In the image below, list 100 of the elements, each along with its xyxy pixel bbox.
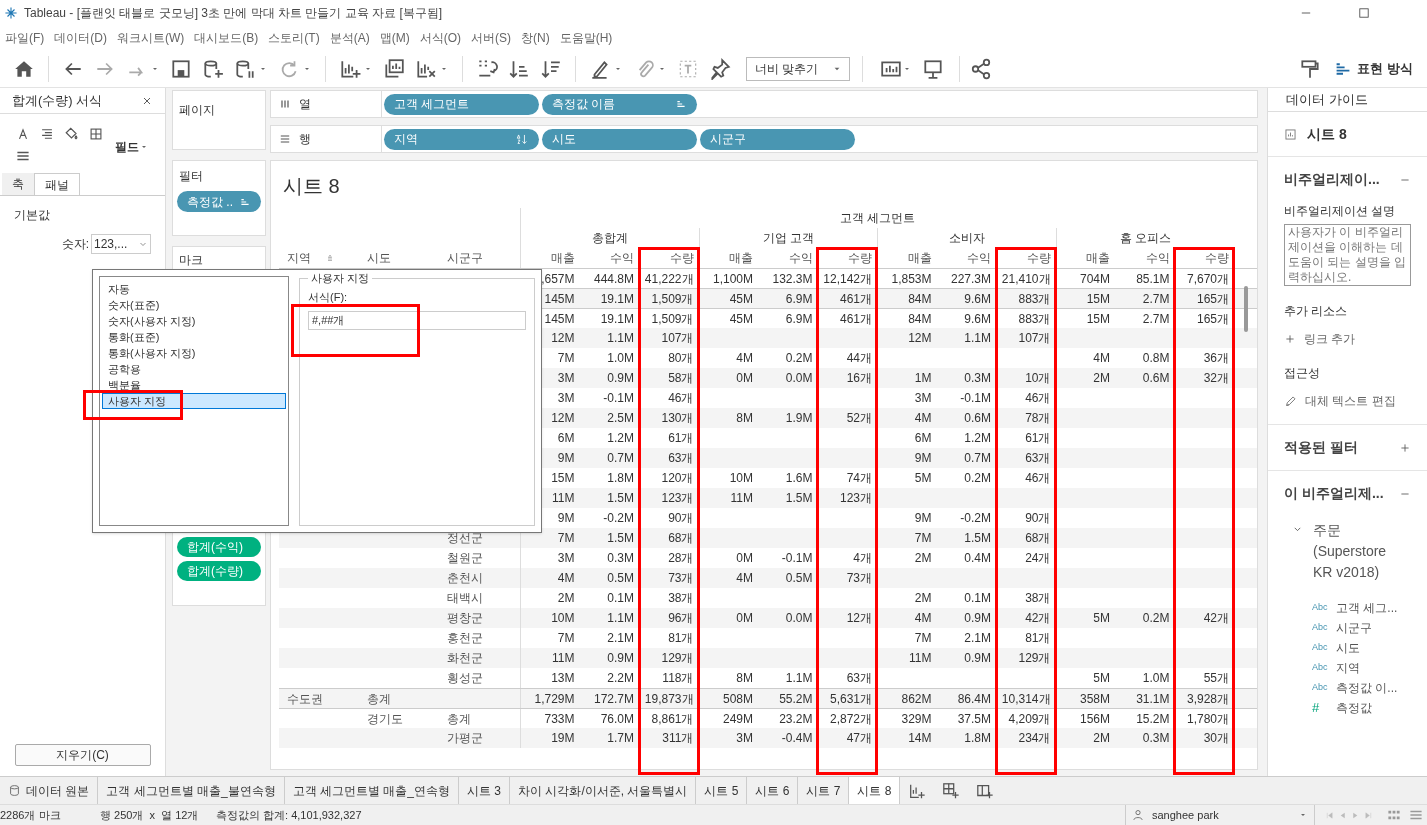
menu-item[interactable]: 서식(O) xyxy=(414,29,466,47)
table-cell-text: 1.0M xyxy=(607,350,634,367)
table-cell-text: 90개 xyxy=(668,510,694,527)
add-link[interactable]: 링크 추가 xyxy=(1304,330,1356,348)
menu-item[interactable]: 스토리(T) xyxy=(263,29,325,47)
table-cell-text: 3M xyxy=(557,370,575,387)
menu-item[interactable]: 워크시트(W) xyxy=(112,29,190,47)
lines-icon[interactable] xyxy=(16,149,30,163)
pin-icon[interactable] xyxy=(709,57,731,80)
scope-dropdown[interactable]: 필드 xyxy=(115,138,149,156)
format-option[interactable]: 공학용 xyxy=(102,361,286,377)
format-option[interactable]: 통화(표준) xyxy=(102,329,286,345)
field-name[interactable]: 지역 xyxy=(1336,659,1360,677)
clear-button[interactable]: 지우기(C) xyxy=(14,744,151,766)
menu-item[interactable]: 파일(F) xyxy=(0,29,50,47)
presentation-icon[interactable] xyxy=(922,57,944,80)
table-cell-text: 10,314개 xyxy=(1001,690,1051,708)
table-cell-text: 1.5M xyxy=(785,490,813,507)
format-input[interactable]: #,##개 xyxy=(308,311,526,330)
field-name[interactable]: 시도 xyxy=(1336,639,1360,657)
table-cell-text: 55개 xyxy=(1203,670,1229,687)
maximize-icon[interactable] xyxy=(1357,6,1371,20)
pause-database-icon[interactable] xyxy=(234,57,256,80)
table-cell-text: 9M xyxy=(914,450,932,467)
section-header[interactable]: 이 비주얼리제... xyxy=(1284,483,1399,504)
fit-dropdown[interactable]: 너비 맞추기 xyxy=(746,56,850,81)
menu-item[interactable]: 맵(M) xyxy=(374,29,415,47)
sheet-icon xyxy=(1284,127,1297,141)
table-cell-text: 4M xyxy=(736,350,753,367)
borders-icon[interactable] xyxy=(89,126,103,141)
plus-icon[interactable] xyxy=(1284,333,1296,345)
table-cell-text: 107개 xyxy=(1018,330,1051,347)
format-option[interactable]: 백분율 xyxy=(102,377,286,393)
menu-item[interactable]: 창(N) xyxy=(516,29,555,47)
table-cell-text: 21,410개 xyxy=(1001,270,1051,288)
alt-text-link[interactable]: 대체 텍스트 편집 xyxy=(1305,392,1396,410)
field-name[interactable]: 고객 세그... xyxy=(1336,599,1398,617)
save-icon[interactable] xyxy=(170,57,192,80)
format-painter-icon[interactable] xyxy=(1299,57,1322,80)
scrollbar-thumb[interactable] xyxy=(1244,286,1248,332)
table-cell-text: 1,509개 xyxy=(651,310,694,328)
menu-item[interactable]: 서버(S) xyxy=(466,29,516,47)
table-cell-text: 4M xyxy=(1093,350,1110,367)
table-cell-text: 61개 xyxy=(668,430,694,447)
list-view-icon[interactable] xyxy=(1409,808,1423,822)
table-cell-text: 63개 xyxy=(668,450,694,467)
table-cell-text: 3M xyxy=(557,550,575,567)
user-menu[interactable]: sanghee park xyxy=(1125,805,1315,825)
table-cell-text: 6.9M xyxy=(785,290,813,308)
format-tab[interactable]: 패널 xyxy=(34,173,80,195)
new-dashboard-icon[interactable] xyxy=(942,781,961,800)
sheet-title: 시트 8 xyxy=(283,175,340,197)
menu-item[interactable]: 분석(A) xyxy=(324,29,375,47)
menu-item[interactable]: 대시보드(B) xyxy=(189,29,264,47)
field-type-label: Abc xyxy=(1312,621,1329,635)
section-header[interactable]: 적용된 필터 xyxy=(1284,437,1399,458)
menu-item[interactable]: 데이터(D) xyxy=(49,29,112,47)
field-label: 접근성 xyxy=(1284,365,1321,382)
table-cell-text: 31.1M xyxy=(1136,690,1170,708)
column-header: 수익 xyxy=(1145,250,1170,267)
table-cell-text: 704M xyxy=(1079,270,1110,288)
table-cell-text: 15M xyxy=(1086,290,1110,308)
add-database-icon[interactable] xyxy=(202,57,224,80)
table-cell-text: 1.2M xyxy=(607,430,634,447)
font-icon[interactable] xyxy=(16,126,30,141)
duplicate-sheet-icon[interactable] xyxy=(383,57,405,80)
column-header: 수량 xyxy=(1205,250,1229,267)
alignment-icon[interactable] xyxy=(40,126,54,141)
format-tab[interactable]: 축 xyxy=(2,173,34,195)
table-cell-text: 0.4M xyxy=(964,550,991,567)
table-cell-text: 0.8M xyxy=(1142,350,1170,367)
row-header: 수도권 xyxy=(287,690,323,708)
table-cell-text: 12개 xyxy=(846,610,872,627)
table-cell-text: 1.1M xyxy=(785,670,813,687)
format-option[interactable]: 사용자 지정 xyxy=(102,393,286,409)
plus-icon[interactable] xyxy=(1399,441,1411,454)
field-name[interactable]: 측정값 xyxy=(1336,699,1372,717)
table-cell-text: 3M xyxy=(914,390,932,407)
grid-view-icon[interactable] xyxy=(1387,808,1401,822)
data-source-name[interactable]: 주문 (Superstore KR v2018) xyxy=(1313,520,1403,583)
table-cell-text: 1,853M xyxy=(891,270,932,288)
number-format-dropdown[interactable]: 123,... xyxy=(91,234,151,254)
field-name[interactable]: 측정값 이... xyxy=(1336,679,1398,697)
format-option[interactable]: 자동 xyxy=(102,281,286,297)
description-field[interactable]: 사용자가 이 비주얼리제이션을 이해하는 데 도움이 되는 설명을 입력하십시오. xyxy=(1284,224,1411,286)
paint-bucket-icon[interactable] xyxy=(64,126,79,141)
column-header: 매출 xyxy=(550,250,575,267)
table-cell-text: 5M xyxy=(1093,610,1110,627)
section-header[interactable]: 비주얼리제이... xyxy=(1284,169,1399,190)
table-cell-text: 11M xyxy=(552,650,575,667)
format-option[interactable]: 숫자(사용자 지정) xyxy=(102,313,286,329)
format-option[interactable]: 숫자(표준) xyxy=(102,297,286,313)
sheet-tab[interactable]: 시트 8 xyxy=(849,777,901,804)
table-cell-text: 68개 xyxy=(1025,530,1051,547)
field-name[interactable]: 시군구 xyxy=(1336,619,1372,637)
format-option[interactable]: 통화(사용자 지정) xyxy=(102,345,286,361)
menu-item[interactable]: 도움말(H) xyxy=(554,29,618,47)
show-me-button[interactable]: 표현 방식 xyxy=(1329,54,1419,83)
share-icon[interactable] xyxy=(970,57,992,80)
table-cell-text: 85.1M xyxy=(1136,270,1170,288)
